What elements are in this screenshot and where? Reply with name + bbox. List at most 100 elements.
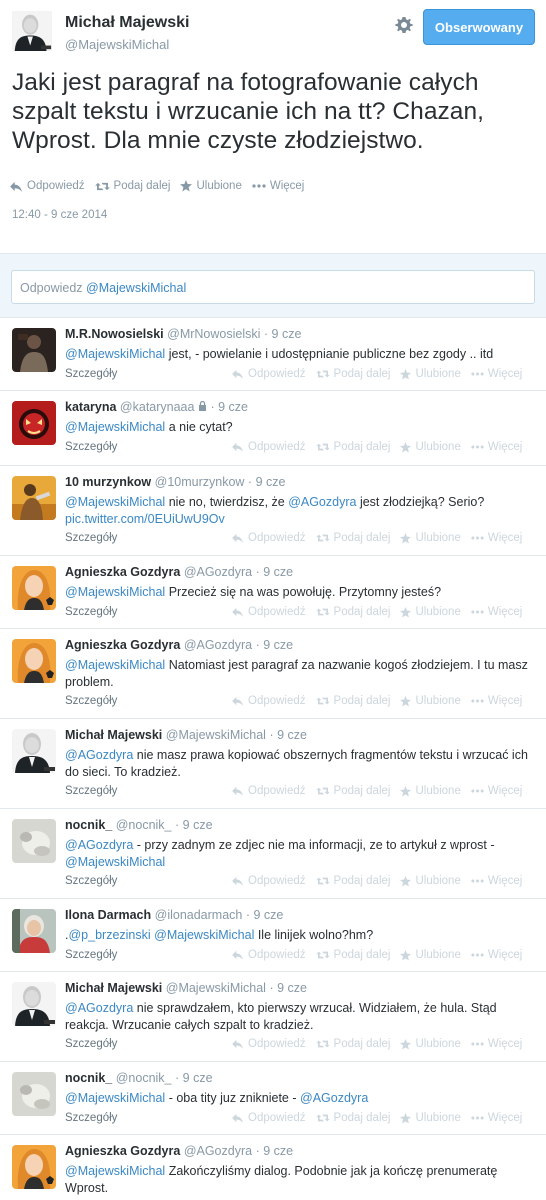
- reply-avatar[interactable]: [12, 476, 56, 520]
- reply-avatar[interactable]: [12, 819, 56, 863]
- tweet-timestamp[interactable]: 12:40 - 9 cze 2014: [12, 209, 107, 221]
- reply-tweet[interactable]: Michał Majewski @MajewskiMichal · 9 cze …: [0, 971, 546, 1061]
- favorite-action[interactable]: Ulubione: [180, 180, 242, 192]
- reply-action[interactable]: Odpowiedź: [232, 1112, 306, 1124]
- reply-tweet[interactable]: Agnieszka Gozdyra @AGozdyra · 9 cze @Maj…: [0, 1134, 546, 1200]
- retweet-action[interactable]: Podaj dalej: [316, 606, 390, 618]
- reply-action[interactable]: Odpowiedź: [232, 695, 306, 707]
- reply-tweet[interactable]: Agnieszka Gozdyra @AGozdyra · 9 cze @Maj…: [0, 555, 546, 628]
- reply-avatar[interactable]: [12, 909, 56, 953]
- more-action[interactable]: Więcej: [471, 606, 522, 618]
- more-action[interactable]: Więcej: [471, 1112, 522, 1124]
- favorite-action[interactable]: Ulubione: [400, 532, 461, 544]
- reply-avatar[interactable]: [12, 1145, 56, 1189]
- favorite-action[interactable]: Ulubione: [400, 875, 461, 887]
- favorite-action[interactable]: Ulubione: [400, 1038, 461, 1050]
- reply-author-name[interactable]: kataryna: [65, 400, 116, 414]
- reply-author-name[interactable]: nocnik_: [65, 1071, 112, 1085]
- gear-icon[interactable]: [394, 15, 414, 35]
- retweet-action[interactable]: Podaj dalej: [316, 1112, 390, 1124]
- favorite-action[interactable]: Ulubione: [400, 441, 461, 453]
- details-link[interactable]: Szczegóły: [65, 368, 117, 380]
- reply-action[interactable]: Odpowiedź: [232, 1038, 306, 1050]
- reply-action[interactable]: Odpowiedź: [10, 180, 85, 192]
- details-link[interactable]: Szczegóły: [65, 695, 117, 707]
- more-action[interactable]: Więcej: [471, 532, 522, 544]
- reply-author-handle[interactable]: @AGozdyra: [184, 565, 252, 579]
- details-link[interactable]: Szczegóły: [65, 785, 117, 797]
- favorite-action[interactable]: Ulubione: [400, 949, 461, 961]
- retweet-action[interactable]: Podaj dalej: [316, 875, 390, 887]
- retweet-action[interactable]: Podaj dalej: [316, 949, 390, 961]
- reply-avatar[interactable]: [12, 401, 56, 445]
- reply-action[interactable]: Odpowiedź: [232, 532, 306, 544]
- reply-time[interactable]: 9 cze: [277, 728, 307, 742]
- more-action[interactable]: Więcej: [252, 180, 304, 192]
- retweet-action[interactable]: Podaj dalej: [316, 695, 390, 707]
- reply-tweet[interactable]: Agnieszka Gozdyra @AGozdyra · 9 cze @Maj…: [0, 628, 546, 718]
- reply-author-handle[interactable]: @katarynaaa: [120, 400, 195, 414]
- reply-tweet[interactable]: nocnik_ @nocnik_ · 9 cze @MajewskiMichal…: [0, 1061, 546, 1134]
- retweet-action[interactable]: Podaj dalej: [316, 368, 390, 380]
- reply-time[interactable]: 9 cze: [277, 981, 307, 995]
- reply-author-name[interactable]: nocnik_: [65, 818, 112, 832]
- reply-author-handle[interactable]: @AGozdyra: [184, 638, 252, 652]
- reply-time[interactable]: 9 cze: [254, 908, 284, 922]
- favorite-action[interactable]: Ulubione: [400, 606, 461, 618]
- more-action[interactable]: Więcej: [471, 949, 522, 961]
- details-link[interactable]: Szczegóły: [65, 1112, 117, 1124]
- reply-author-name[interactable]: Agnieszka Gozdyra: [65, 565, 180, 579]
- reply-author-handle[interactable]: @nocnik_: [116, 818, 172, 832]
- reply-time[interactable]: 9 cze: [183, 1071, 213, 1085]
- reply-action[interactable]: Odpowiedź: [232, 441, 306, 453]
- retweet-action[interactable]: Podaj dalej: [316, 532, 390, 544]
- details-link[interactable]: Szczegóły: [65, 949, 117, 961]
- reply-action[interactable]: Odpowiedź: [232, 785, 306, 797]
- reply-avatar[interactable]: [12, 1072, 56, 1116]
- reply-author-handle[interactable]: @10murzynkow: [155, 475, 245, 489]
- retweet-action[interactable]: Podaj dalej: [316, 785, 390, 797]
- reply-action[interactable]: Odpowiedź: [232, 606, 306, 618]
- retweet-action[interactable]: Podaj dalej: [316, 441, 390, 453]
- reply-action[interactable]: Odpowiedź: [232, 875, 306, 887]
- reply-avatar[interactable]: [12, 639, 56, 683]
- reply-avatar[interactable]: [12, 729, 56, 773]
- favorite-action[interactable]: Ulubione: [400, 785, 461, 797]
- reply-avatar[interactable]: [12, 566, 56, 610]
- reply-tweet[interactable]: nocnik_ @nocnik_ · 9 cze @AGozdyra - prz…: [0, 808, 546, 898]
- retweet-action[interactable]: Podaj dalej: [95, 180, 170, 192]
- reply-author-name[interactable]: Agnieszka Gozdyra: [65, 1144, 180, 1158]
- reply-time[interactable]: 9 cze: [256, 475, 286, 489]
- details-link[interactable]: Szczegóły: [65, 441, 117, 453]
- reply-action[interactable]: Odpowiedź: [232, 949, 306, 961]
- favorite-action[interactable]: Ulubione: [400, 1112, 461, 1124]
- more-action[interactable]: Więcej: [471, 1038, 522, 1050]
- reply-tweet[interactable]: M.R.Nowosielski @MrNowosielski · 9 cze @…: [0, 317, 546, 390]
- following-button[interactable]: Obserwowany: [423, 9, 535, 45]
- details-link[interactable]: Szczegóły: [65, 875, 117, 887]
- reply-author-name[interactable]: 10 murzynkow: [65, 475, 151, 489]
- author-handle[interactable]: @MajewskiMichal: [65, 37, 169, 52]
- author-name[interactable]: Michał Majewski: [65, 14, 190, 32]
- favorite-action[interactable]: Ulubione: [400, 368, 461, 380]
- details-link[interactable]: Szczegóły: [65, 606, 117, 618]
- reply-author-handle[interactable]: @ilonadarmach: [155, 908, 243, 922]
- reply-author-handle[interactable]: @AGozdyra: [184, 1144, 252, 1158]
- more-action[interactable]: Więcej: [471, 695, 522, 707]
- reply-tweet[interactable]: 10 murzynkow @10murzynkow · 9 cze @Majew…: [0, 465, 546, 555]
- details-link[interactable]: Szczegóły: [65, 1038, 117, 1050]
- more-action[interactable]: Więcej: [471, 441, 522, 453]
- more-action[interactable]: Więcej: [471, 875, 522, 887]
- reply-time[interactable]: 9 cze: [263, 565, 293, 579]
- media-link[interactable]: pic.twitter.com/0EUiUwU9Ov: [65, 512, 225, 526]
- more-action[interactable]: Więcej: [471, 785, 522, 797]
- reply-tweet[interactable]: Michał Majewski @MajewskiMichal · 9 cze …: [0, 718, 546, 808]
- reply-time[interactable]: 9 cze: [183, 818, 213, 832]
- reply-time[interactable]: 9 cze: [272, 327, 302, 341]
- more-action[interactable]: Więcej: [471, 368, 522, 380]
- favorite-action[interactable]: Ulubione: [400, 695, 461, 707]
- reply-author-name[interactable]: Ilona Darmach: [65, 908, 151, 922]
- reply-author-handle[interactable]: @MajewskiMichal: [166, 728, 266, 742]
- reply-time[interactable]: 9 cze: [263, 638, 293, 652]
- reply-author-name[interactable]: Michał Majewski: [65, 728, 162, 742]
